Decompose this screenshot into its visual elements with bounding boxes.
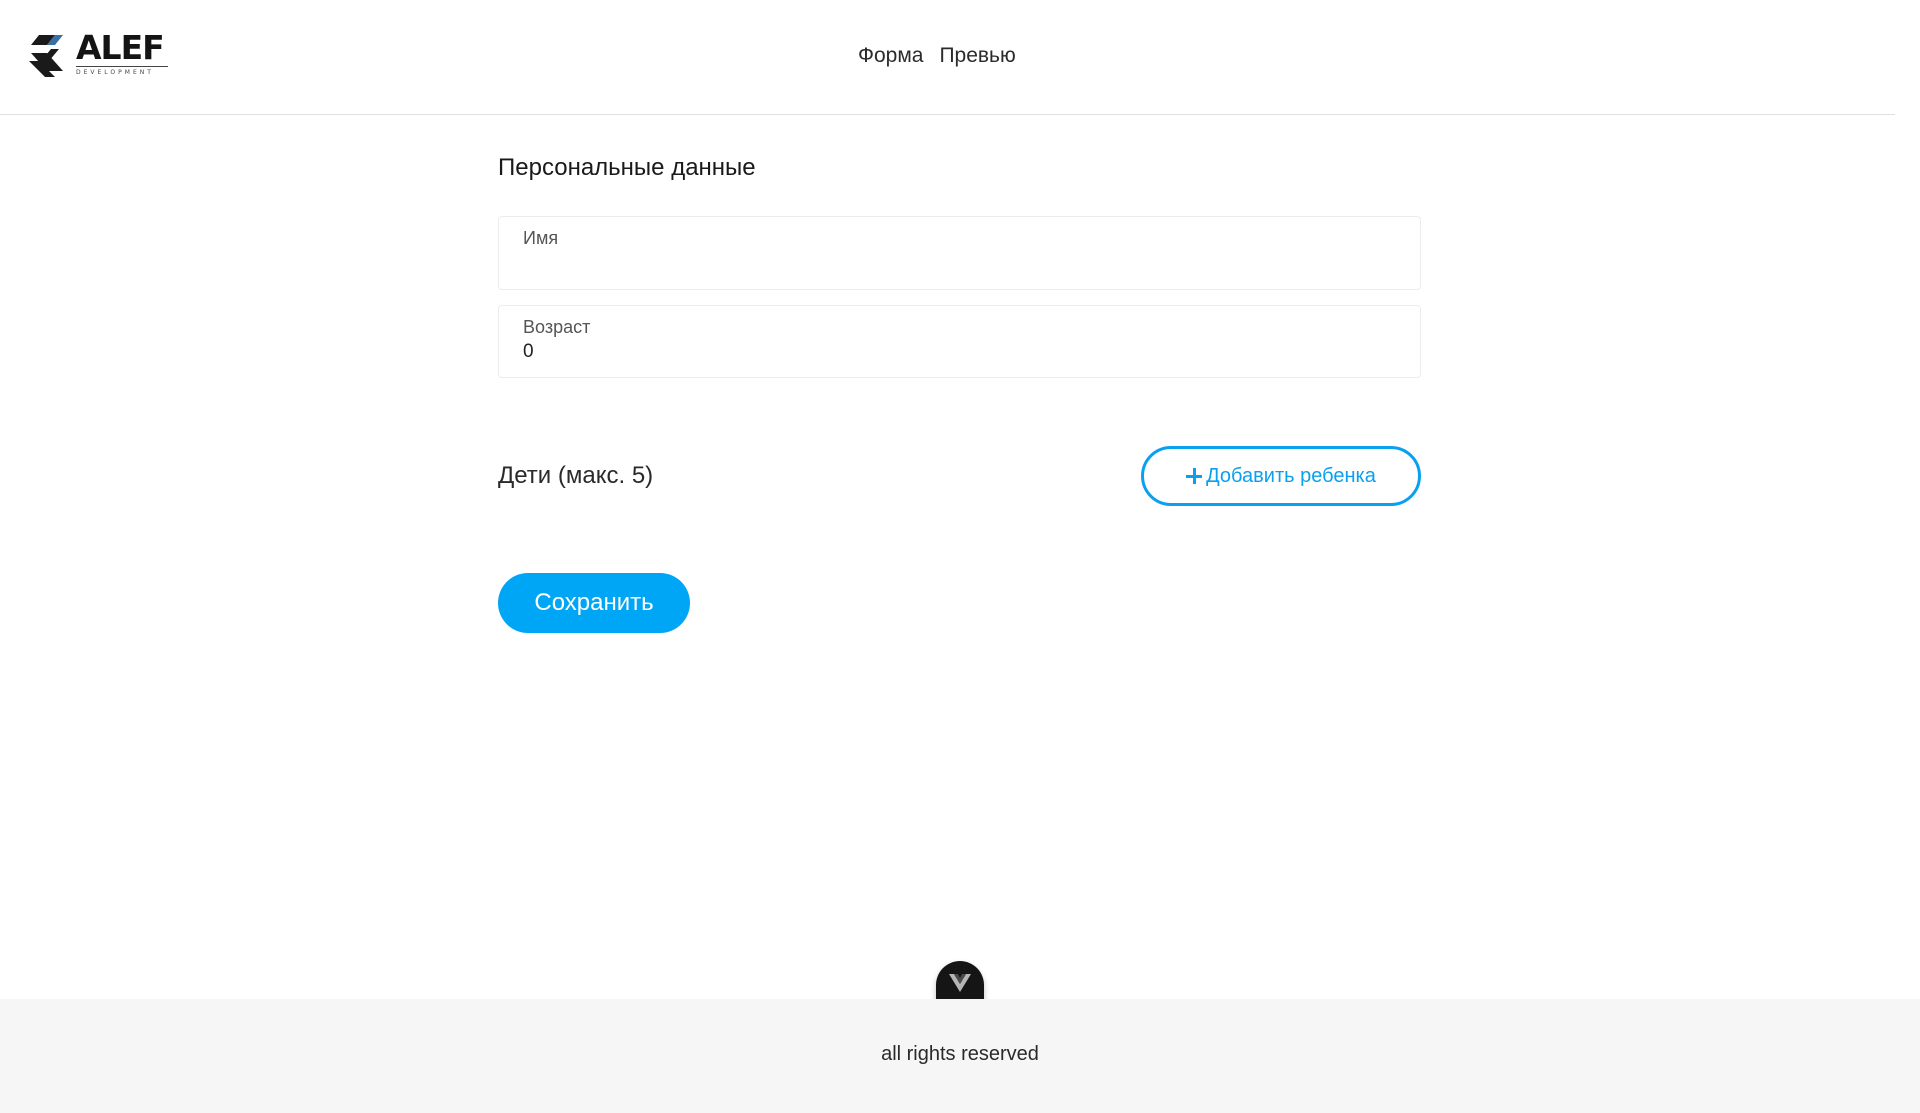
age-field[interactable]: Возраст bbox=[498, 305, 1421, 378]
name-input[interactable] bbox=[523, 249, 1396, 277]
vue-icon bbox=[949, 974, 971, 992]
children-title: Дети (макс. 5) bbox=[498, 462, 654, 489]
logo-text: ALEF DEVELOPMENT bbox=[76, 31, 168, 76]
nav-link-preview[interactable]: Превью bbox=[939, 44, 1015, 68]
plus-icon bbox=[1186, 468, 1203, 484]
personal-data-form: Персональные данные Имя Возраст Дети (ма… bbox=[498, 150, 1421, 633]
main-nav: Форма Превью bbox=[858, 44, 1016, 68]
children-header: Дети (макс. 5) Добавить ребенка bbox=[498, 446, 1421, 506]
logo-word: ALEF bbox=[76, 28, 165, 67]
add-child-label: Добавить ребенка bbox=[1206, 464, 1376, 487]
footer-text: all rights reserved bbox=[881, 1043, 1039, 1065]
page: ALEF DEVELOPMENT Форма Превью Персональн… bbox=[0, 0, 1920, 1113]
name-field[interactable]: Имя bbox=[498, 216, 1421, 290]
nav-link-form[interactable]: Форма bbox=[858, 44, 923, 68]
name-field-label: Имя bbox=[523, 228, 559, 248]
age-field-label: Возраст bbox=[523, 317, 591, 337]
alef-logo[interactable]: ALEF DEVELOPMENT bbox=[29, 31, 174, 80]
section-title: Персональные данные bbox=[498, 154, 756, 181]
header: ALEF DEVELOPMENT Форма Превью bbox=[0, 0, 1895, 115]
save-button[interactable]: Сохранить bbox=[498, 573, 690, 633]
logo-subtitle: DEVELOPMENT bbox=[76, 66, 168, 76]
footer: all rights reserved bbox=[0, 999, 1920, 1113]
add-child-button[interactable]: Добавить ребенка bbox=[1141, 446, 1421, 506]
alef-logo-icon bbox=[29, 35, 63, 77]
age-input[interactable] bbox=[523, 338, 1396, 366]
